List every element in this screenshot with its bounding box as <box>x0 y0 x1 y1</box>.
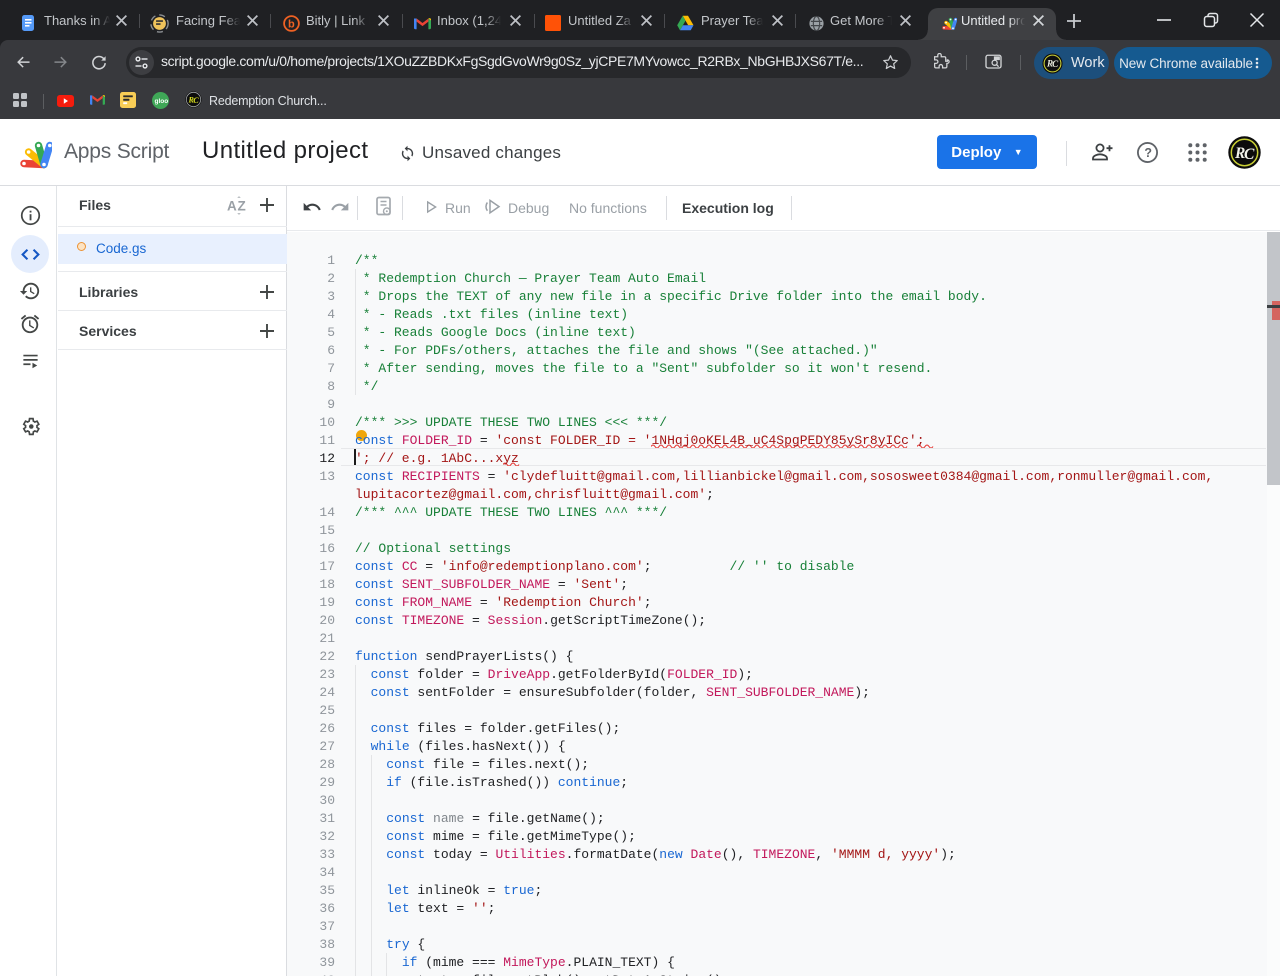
svg-text:gloo: gloo <box>155 98 169 105</box>
svg-text:Z: Z <box>238 199 246 214</box>
svg-text:b: b <box>288 19 295 31</box>
svg-text:C: C <box>193 96 199 105</box>
svg-text:C: C <box>1052 59 1059 69</box>
svg-text:C: C <box>1244 146 1255 163</box>
svg-text:?: ? <box>1144 146 1152 160</box>
svg-text:A: A <box>227 199 237 214</box>
